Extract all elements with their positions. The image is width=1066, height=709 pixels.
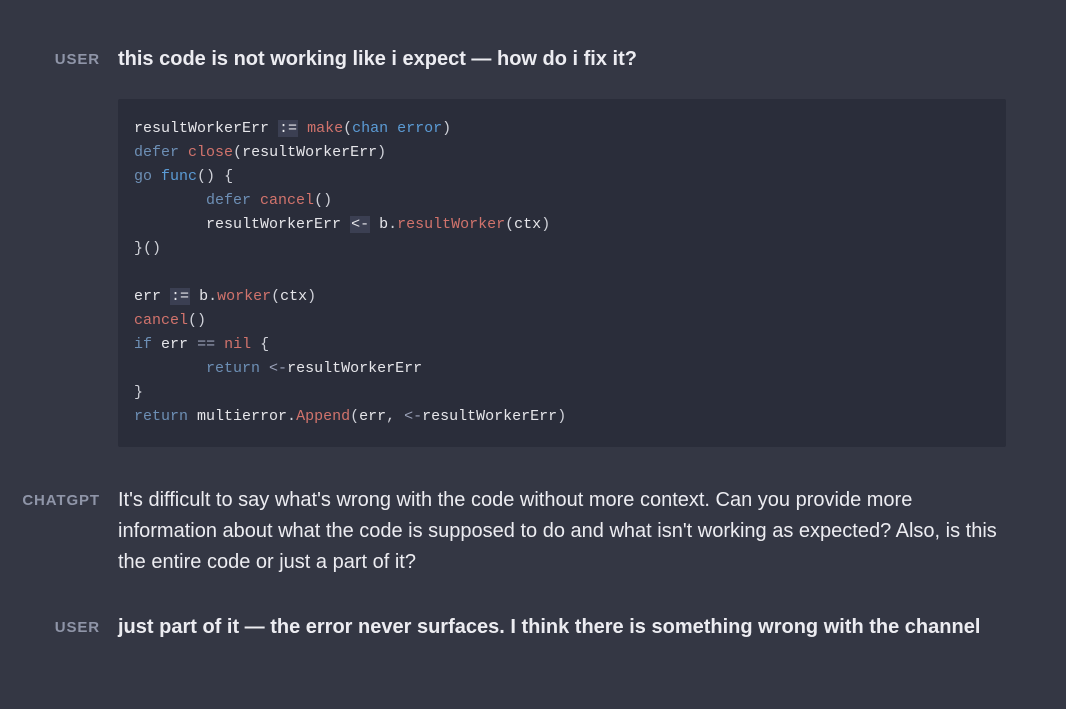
role-label: USER (18, 44, 118, 72)
role-label: USER (18, 612, 118, 640)
assistant-text: It's difficult to say what's wrong with … (118, 485, 1006, 578)
user-text: just part of it — the error never surfac… (118, 612, 1006, 643)
chat-message-assistant: CHATGPT It's difficult to say what's wro… (0, 485, 1066, 578)
message-content: this code is not working like i expect —… (118, 44, 1006, 447)
chat-message-user: USER just part of it — the error never s… (0, 612, 1066, 643)
role-label: CHATGPT (18, 485, 118, 513)
message-content: It's difficult to say what's wrong with … (118, 485, 1006, 578)
message-content: just part of it — the error never surfac… (118, 612, 1006, 643)
code-block[interactable]: resultWorkerErr := make(chan error) defe… (118, 99, 1006, 447)
user-text: this code is not working like i expect —… (118, 44, 1006, 75)
chat-message-user: USER this code is not working like i exp… (0, 44, 1066, 447)
